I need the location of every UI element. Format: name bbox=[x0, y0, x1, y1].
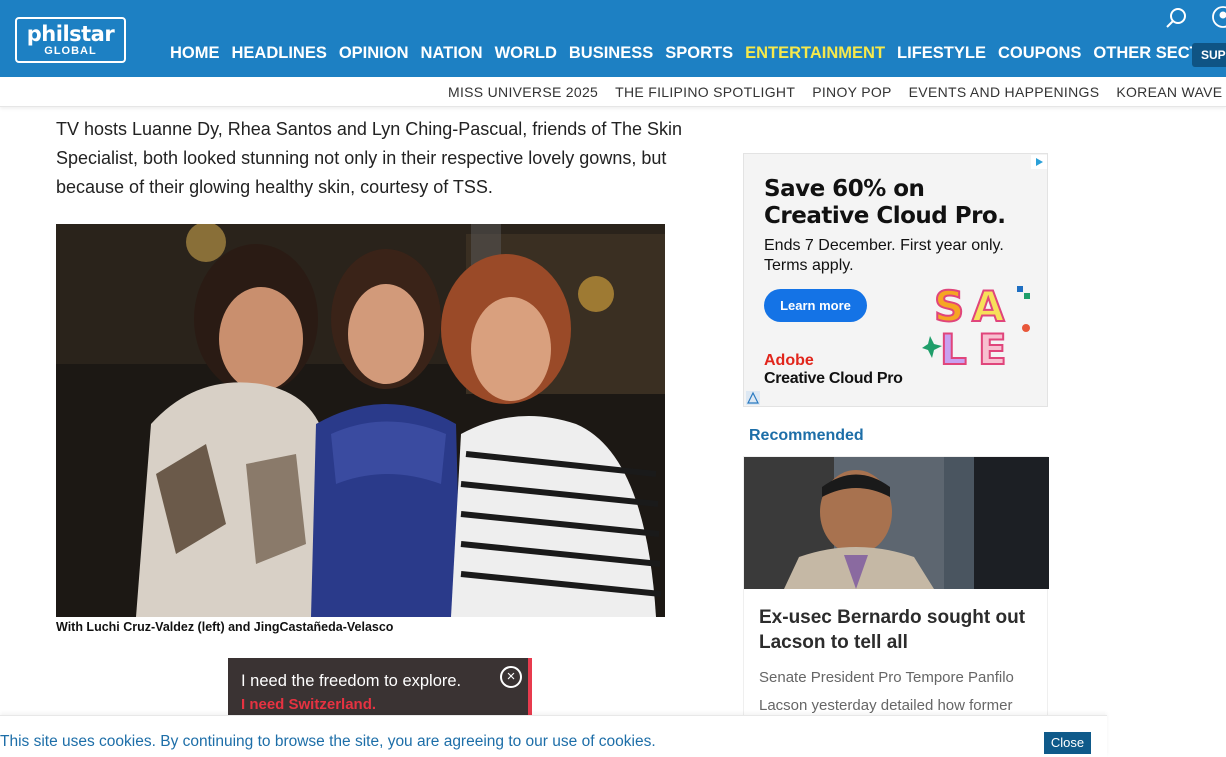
recommended-summary: Senate President Pro Tempore Panfilo Lac… bbox=[759, 669, 1014, 714]
recommended-image[interactable] bbox=[744, 457, 1049, 589]
nav-item-coupons[interactable]: COUPONS bbox=[998, 43, 1081, 63]
recommended-heading: Recommended bbox=[749, 427, 864, 444]
ad-product-name: Creative Cloud Pro bbox=[764, 370, 903, 387]
ad-title: Save 60% on Creative Cloud Pro. bbox=[764, 176, 1006, 229]
search-icon[interactable] bbox=[1165, 7, 1187, 29]
svg-text:L: L bbox=[940, 325, 967, 374]
ad-brand-name: Adobe bbox=[764, 352, 814, 369]
svg-text:A: A bbox=[972, 282, 1005, 331]
nav-item-opinion[interactable]: OPINION bbox=[339, 43, 409, 63]
nav-item-lifestyle[interactable]: LIFESTYLE bbox=[897, 43, 986, 63]
cookie-close-button[interactable]: Close bbox=[1044, 732, 1091, 754]
top-navigation-bar: philstar GLOBAL HOME HEADLINES OPINION NATI… bbox=[0, 0, 1226, 77]
logo-sub-text: GLOBAL bbox=[44, 45, 97, 57]
cookie-message: This site uses cookies. By continuing to… bbox=[0, 733, 656, 750]
nav-item-headlines[interactable]: HEADLINES bbox=[232, 43, 327, 63]
inline-ad-line2: I need Switzerland. bbox=[241, 696, 377, 713]
sale-artwork: S A L E bbox=[922, 281, 1030, 375]
svg-text:E: E bbox=[978, 325, 1007, 374]
subnav-item-events-and-happenings[interactable]: EVENTS AND HAPPENINGS bbox=[909, 84, 1100, 100]
photo-caption: With Luchi Cruz-Valdez (left) and JingCa… bbox=[56, 620, 394, 634]
article-photo bbox=[56, 224, 665, 617]
nav-item-world[interactable]: WORLD bbox=[495, 43, 557, 63]
sidebar-advertisement[interactable]: Save 60% on Creative Cloud Pro. Ends 7 D… bbox=[743, 153, 1048, 407]
close-icon[interactable]: × bbox=[500, 666, 522, 688]
sub-nav: MISS UNIVERSE 2025 THE FILIPINO SPOTLIGHT… bbox=[448, 84, 1226, 100]
ad-choices-icon[interactable] bbox=[1031, 155, 1047, 169]
svg-text:S: S bbox=[934, 282, 964, 331]
nav-item-home[interactable]: HOME bbox=[170, 43, 220, 63]
inline-advertisement[interactable]: I need the freedom to explore. I need Sw… bbox=[228, 658, 532, 718]
user-account-icon[interactable] bbox=[1212, 6, 1226, 28]
nav-item-business[interactable]: BUSINESS bbox=[569, 43, 653, 63]
learn-more-button[interactable]: Learn more bbox=[764, 289, 867, 322]
article-paragraph: TV hosts Luanne Dy, Rhea Santos and Lyn … bbox=[56, 119, 683, 197]
main-nav: HOME HEADLINES OPINION NATION WORLD BUSINESS S… bbox=[170, 43, 1226, 63]
nav-item-nation[interactable]: NATION bbox=[421, 43, 483, 63]
ad-info-icon[interactable] bbox=[746, 391, 760, 405]
nav-item-entertainment[interactable]: ENTERTAINMENT bbox=[745, 43, 885, 63]
nav-item-sports[interactable]: SPORTS bbox=[665, 43, 733, 63]
cookie-banner: This site uses cookies. By continuing to… bbox=[0, 715, 1107, 757]
subnav-item-pinoy-pop[interactable]: PINOY POP bbox=[812, 84, 891, 100]
subnav-item-korean-wave[interactable]: KOREAN WAVE bbox=[1116, 84, 1222, 100]
subscribe-button[interactable]: SUP bbox=[1192, 43, 1226, 67]
logo-main-text: philstar bbox=[26, 22, 115, 46]
philstar-logo[interactable]: philstar GLOBAL bbox=[15, 17, 126, 63]
recommended-headline[interactable]: Ex-usec Bernardo sought out Lacson to te… bbox=[759, 605, 1039, 655]
inline-ad-line1: I need the freedom to explore. bbox=[241, 672, 462, 690]
sub-navigation-bar: MISS UNIVERSE 2025 THE FILIPINO SPOTLIGHT… bbox=[0, 77, 1226, 107]
recommended-card[interactable]: Ex-usec Bernardo sought out Lacson to te… bbox=[743, 456, 1049, 716]
subnav-item-the-filipino-spotlight[interactable]: THE FILIPINO SPOTLIGHT bbox=[615, 84, 795, 100]
subnav-item-miss-universe-2025[interactable]: MISS UNIVERSE 2025 bbox=[448, 84, 598, 100]
